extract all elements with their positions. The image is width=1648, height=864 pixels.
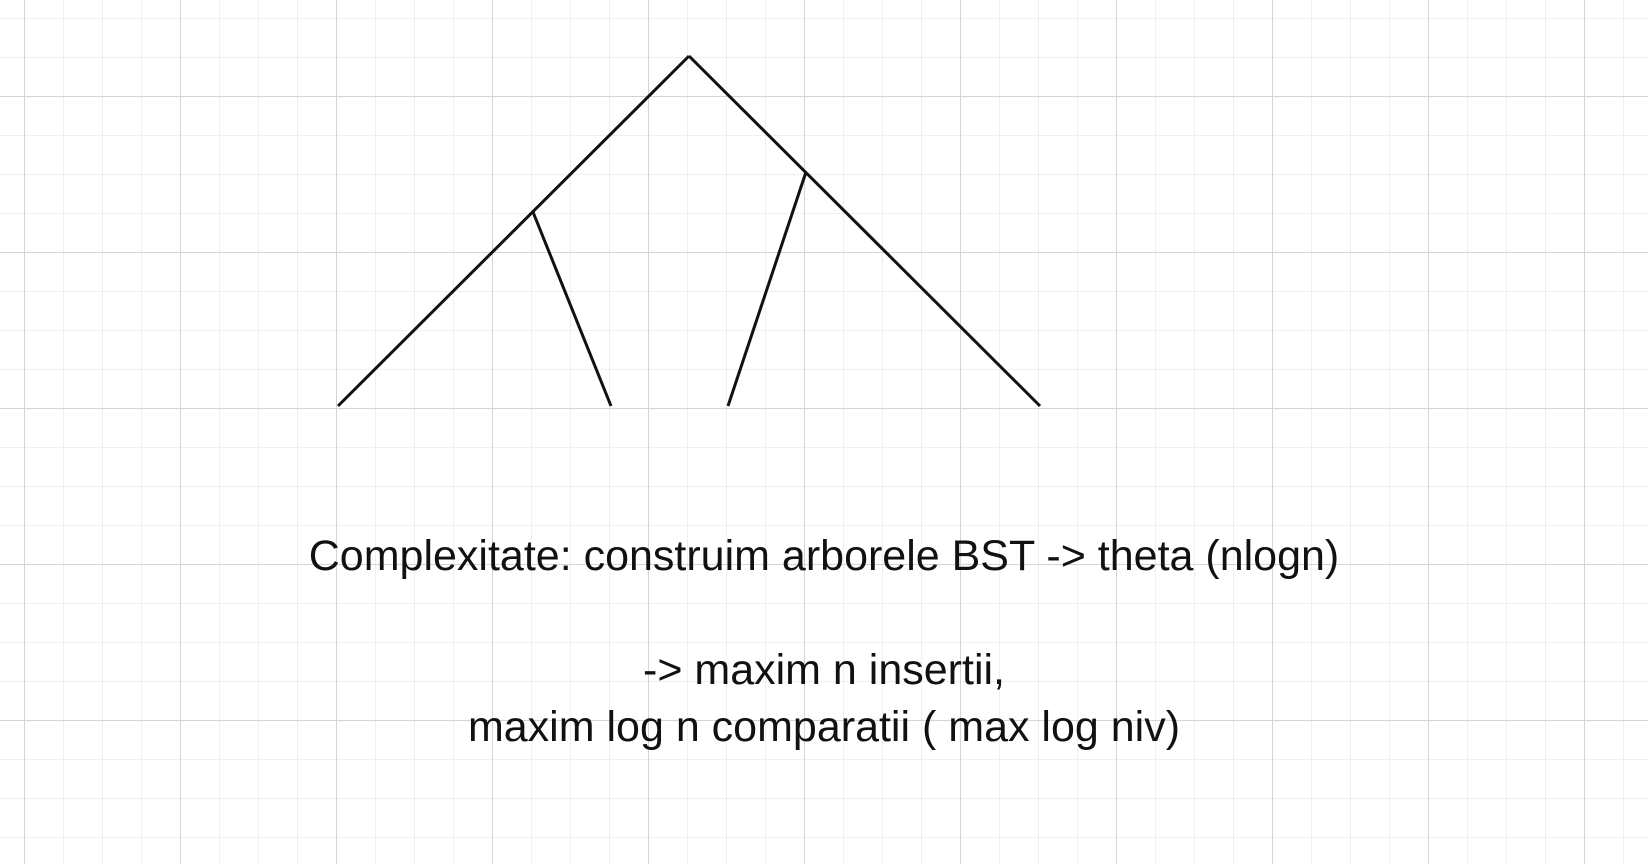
left-inner-branch [531,211,613,407]
root-right-branch [687,54,1042,408]
complexity-text: Complexitate: construim arborele BST -> … [308,532,1340,580]
comparisons-line: maxim log n comparatii ( max log niv) [467,703,1181,751]
insertions-line: -> maxim n insertii, [643,646,1005,694]
root-left-branch [336,54,691,408]
insertions-comparisons-text: -> maxim n insertii, maxim log n compara… [0,642,1648,756]
right-inner-branch [726,171,808,407]
whiteboard-canvas[interactable]: Complexitate: construim arborele BST -> … [0,0,1648,864]
